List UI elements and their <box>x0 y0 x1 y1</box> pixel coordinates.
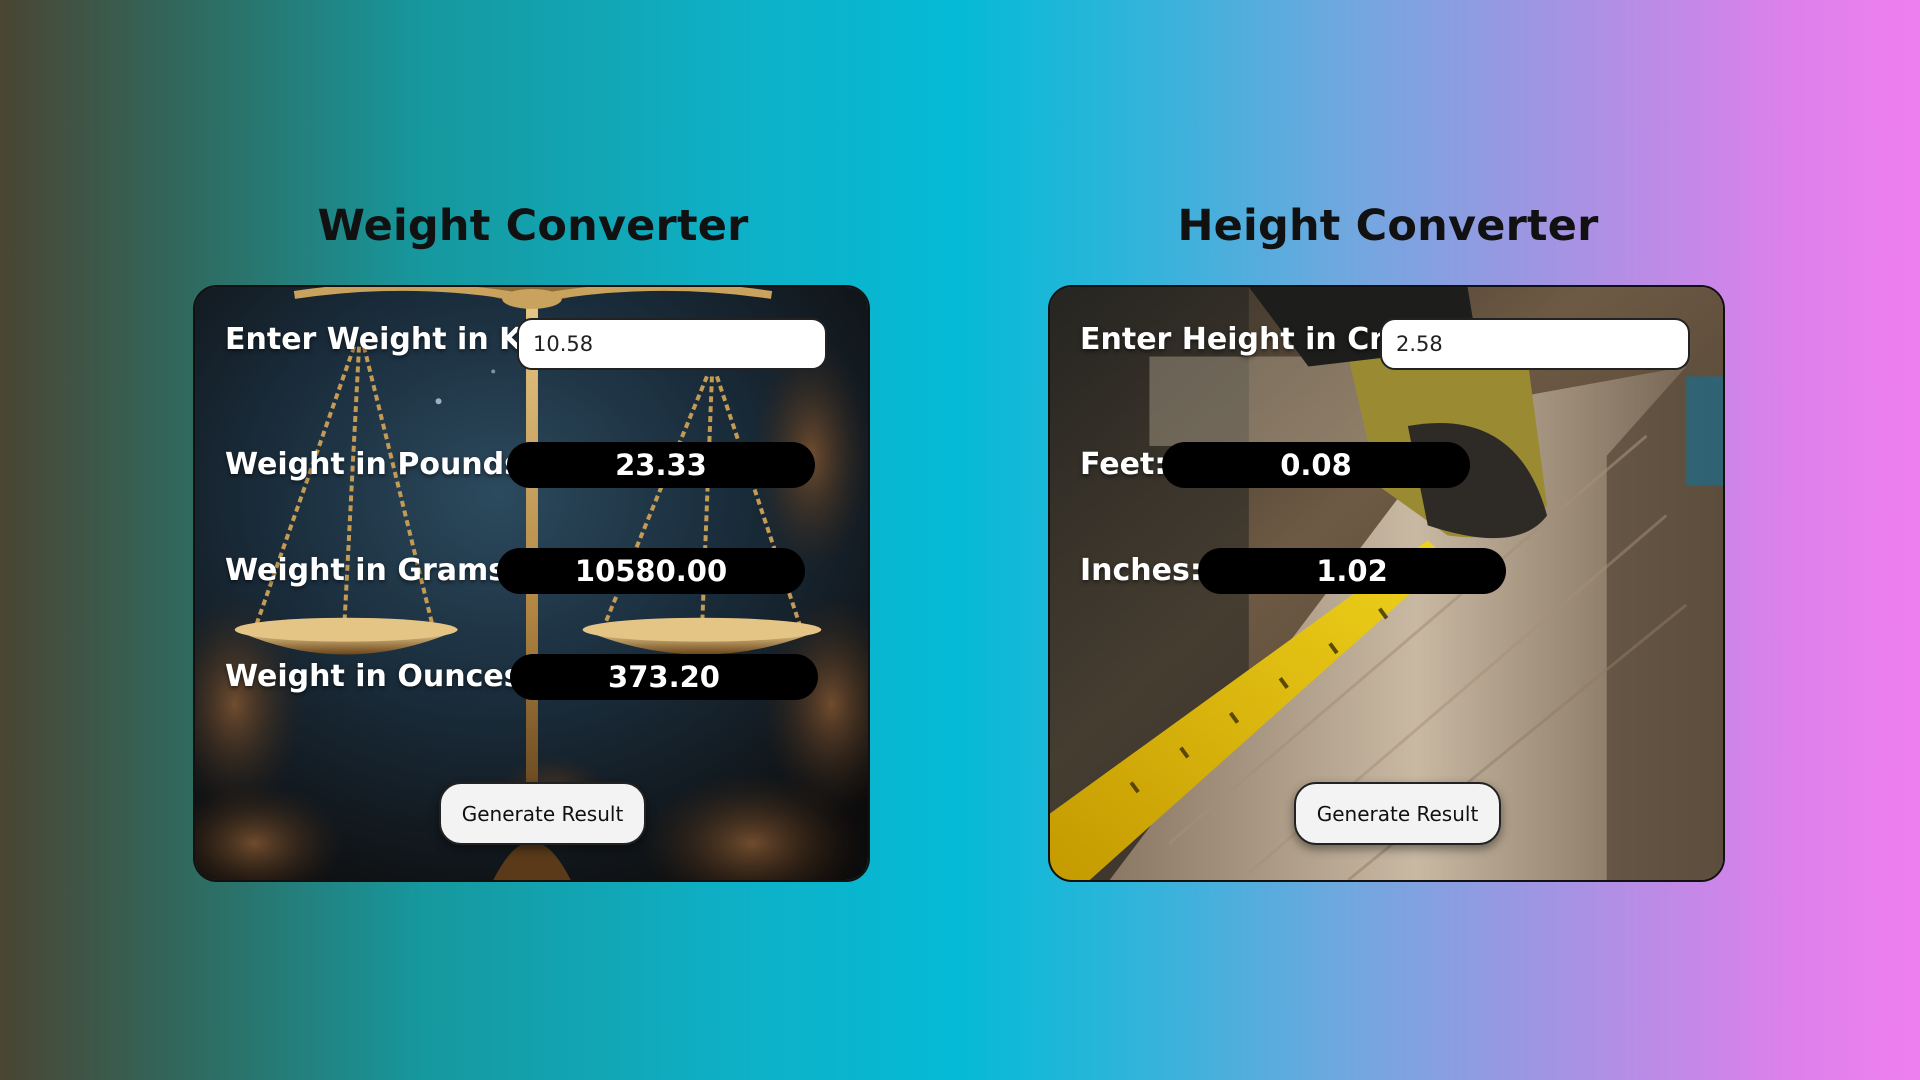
height-input-label: Enter Height in Cm: <box>1080 322 1413 357</box>
height-cm-input[interactable] <box>1380 318 1690 370</box>
weight-grams-result: 10580.00 <box>497 548 805 594</box>
weight-ounces-result: 373.20 <box>510 654 818 700</box>
height-feet-label: Feet: <box>1080 447 1167 482</box>
weight-input-label: Enter Weight in Kg: <box>225 322 556 357</box>
height-converter-card: Enter Height in Cm: Feet: 0.08 Inches: 1… <box>1048 285 1725 882</box>
weight-ounces-label: Weight in Ounces: <box>225 659 534 694</box>
height-generate-result-button[interactable]: Generate Result <box>1294 782 1501 845</box>
weight-pounds-result: 23.33 <box>507 442 815 488</box>
weight-converter-card: Enter Weight in Kg: Weight in Pounds: 23… <box>193 285 870 882</box>
height-inches-label: Inches: <box>1080 553 1202 588</box>
weight-converter-title: Weight Converter <box>317 201 749 251</box>
height-converter-title: Height Converter <box>1177 201 1599 251</box>
weight-generate-result-button[interactable]: Generate Result <box>439 782 646 845</box>
weight-kg-input[interactable] <box>517 318 827 370</box>
height-feet-result: 0.08 <box>1162 442 1470 488</box>
weight-grams-label: Weight in Grams: <box>225 553 519 588</box>
height-inches-result: 1.02 <box>1198 548 1506 594</box>
weight-pounds-label: Weight in Pounds: <box>225 447 534 482</box>
